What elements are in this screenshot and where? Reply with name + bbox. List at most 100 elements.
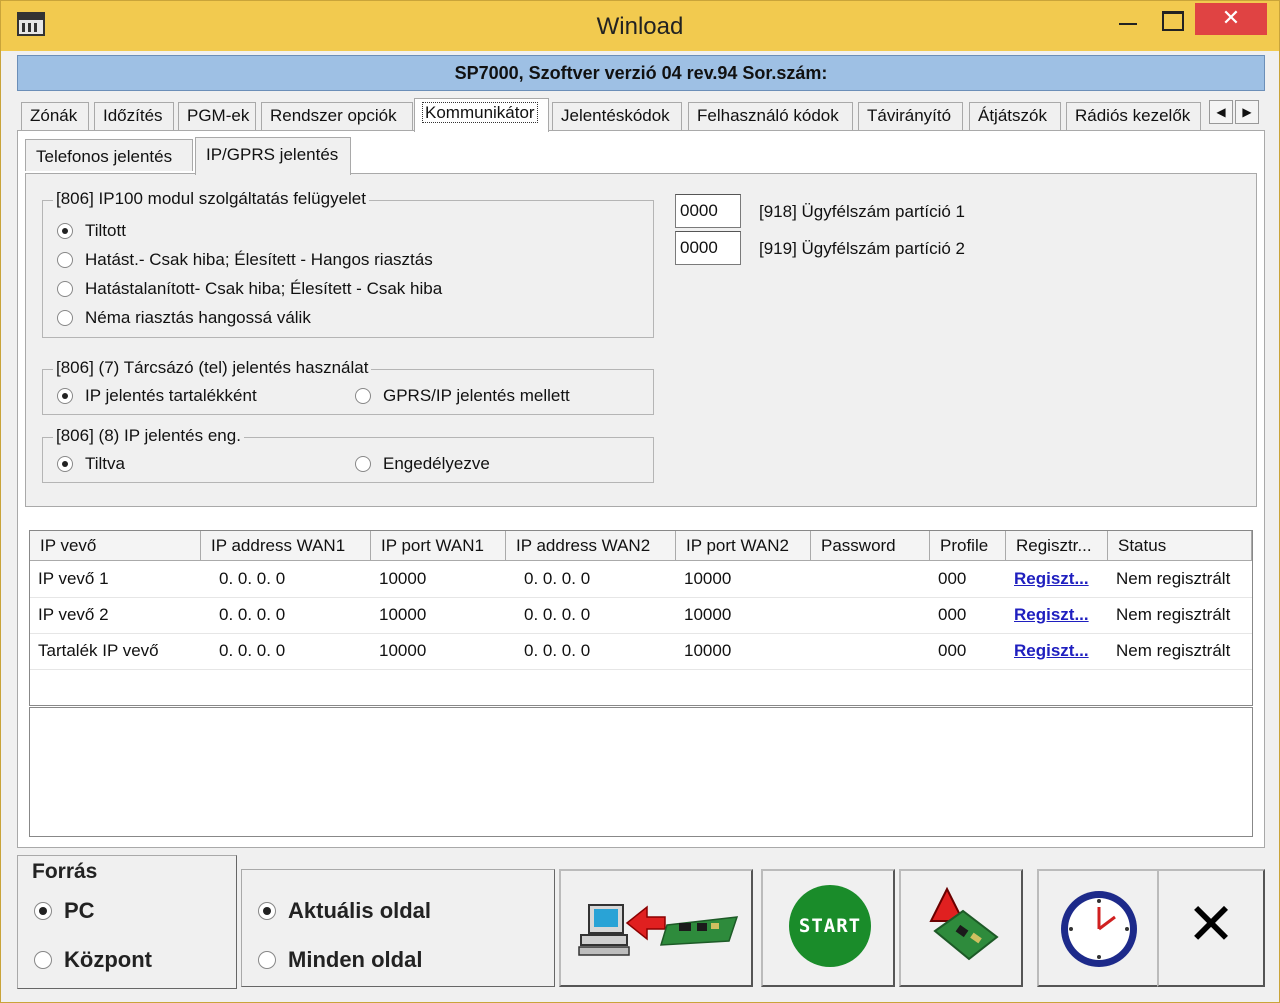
device-info-header: SP7000, Szoftver verzió 04 rev.94 Sor.sz… — [17, 55, 1265, 91]
table-cell[interactable]: 000 — [930, 561, 1006, 597]
download-to-pc-button[interactable] — [559, 869, 753, 987]
subtab-ip-gprs-jelentes[interactable]: IP/GPRS jelentés — [195, 137, 351, 175]
subtab-telefonos-jelentes[interactable]: Telefonos jelentés — [25, 139, 193, 171]
column-header-ip-port-wan1[interactable]: IP port WAN1 — [371, 531, 506, 561]
radio-icon[interactable] — [34, 951, 52, 969]
column-header-ip-port-wan2[interactable]: IP port WAN2 — [676, 531, 811, 561]
upload-to-panel-button[interactable] — [899, 869, 1023, 987]
exit-button[interactable]: ✕ — [1157, 869, 1265, 987]
tab-scroll-right-button[interactable]: ▶ — [1235, 100, 1259, 124]
supervision-option-nema-riasztas[interactable]: Néma riasztás hangossá válik — [57, 308, 311, 328]
register-link[interactable]: Regiszt... — [1006, 561, 1108, 597]
supervision-option-hatast-hangos[interactable]: Hatást.- Csak hiba; Élesített - Hangos r… — [57, 250, 433, 270]
radio-icon[interactable] — [258, 951, 276, 969]
column-header-profile[interactable]: Profile — [930, 531, 1006, 561]
dialer-option-alongside[interactable]: GPRS/IP jelentés mellett — [355, 386, 570, 406]
radio-icon[interactable] — [355, 388, 371, 404]
tab-radios-kezelok[interactable]: Rádiós kezelők — [1066, 102, 1201, 130]
main-tab-bar: Zónák Időzítés PGM-ek Rendszer opciók Ko… — [21, 98, 1269, 132]
radio-icon[interactable] — [57, 388, 73, 404]
column-header-ip-vevo[interactable]: IP vevő — [30, 531, 201, 561]
account-number-partition-1-input[interactable] — [675, 194, 741, 228]
dialer-option-backup[interactable]: IP jelentés tartalékként — [57, 386, 257, 406]
radio-icon[interactable] — [34, 902, 52, 920]
radio-icon[interactable] — [57, 310, 73, 326]
status-cell: Nem regisztrált — [1116, 641, 1231, 660]
table-cell[interactable]: 10000 — [371, 633, 506, 669]
table-cell[interactable]: 0. 0. 0. 0 — [516, 633, 676, 669]
tab-idozites[interactable]: Időzítés — [94, 102, 174, 130]
table-cell[interactable]: 10000 — [676, 633, 811, 669]
table-cell[interactable]: 0. 0. 0. 0 — [211, 633, 371, 669]
table-cell[interactable] — [811, 633, 930, 669]
table-cell[interactable]: 0. 0. 0. 0 — [211, 597, 371, 633]
radio-icon[interactable] — [355, 456, 371, 472]
table-cell[interactable]: 0. 0. 0. 0 — [516, 561, 676, 597]
page-option-all[interactable]: Minden oldal — [258, 947, 422, 973]
radio-icon[interactable] — [57, 252, 73, 268]
table-row[interactable]: Tartalék IP vevő 0. 0. 0. 0 10000 0. 0. … — [30, 633, 1252, 669]
tab-kommunikator[interactable]: Kommunikátor — [414, 98, 549, 132]
radio-label: Minden oldal — [288, 947, 423, 972]
radio-label: IP jelentés tartalékként — [85, 386, 257, 405]
tab-atjatszok[interactable]: Átjátszók — [969, 102, 1061, 130]
tab-taviranyito[interactable]: Távirányító — [858, 102, 963, 130]
table-cell[interactable] — [811, 561, 930, 597]
account-number-partition-2-input[interactable] — [675, 231, 741, 265]
tab-label: Kommunikátor — [422, 102, 538, 123]
column-header-ip-address-wan1[interactable]: IP address WAN1 — [201, 531, 371, 561]
tab-pgm-ek[interactable]: PGM-ek — [178, 102, 256, 130]
table-cell[interactable]: 0. 0. 0. 0 — [211, 561, 371, 597]
column-header-ip-address-wan2[interactable]: IP address WAN2 — [506, 531, 676, 561]
title-bar[interactable]: Winload ✕ — [1, 1, 1279, 51]
start-button[interactable]: START — [761, 869, 895, 987]
radio-label: Hatástalanított- Csak hiba; Élesített - … — [85, 279, 443, 298]
column-header-regisztracio[interactable]: Regisztr... — [1006, 531, 1108, 561]
minimize-button[interactable] — [1111, 11, 1145, 41]
radio-icon[interactable] — [57, 281, 73, 297]
tab-zonak[interactable]: Zónák — [21, 102, 89, 130]
register-link[interactable]: Regiszt... — [1006, 633, 1108, 669]
table-row[interactable]: IP vevő 2 0. 0. 0. 0 10000 0. 0. 0. 0 10… — [30, 597, 1252, 633]
tab-rendszer-opciok[interactable]: Rendszer opciók — [261, 102, 413, 130]
radio-icon[interactable] — [57, 223, 73, 239]
table-cell[interactable]: 10000 — [676, 561, 811, 597]
table-cell[interactable] — [811, 597, 930, 633]
tab-label: PGM-ek — [187, 106, 250, 125]
schedule-button[interactable] — [1037, 869, 1161, 987]
table-cell[interactable]: 10000 — [371, 561, 506, 597]
subtab-label: Telefonos jelentés — [36, 147, 173, 166]
status-cell: Nem regisztrált — [1116, 569, 1231, 588]
table-cell[interactable]: 10000 — [371, 597, 506, 633]
column-header-password[interactable]: Password — [811, 531, 930, 561]
supervision-option-csak-hiba[interactable]: Hatástalanított- Csak hiba; Élesített - … — [57, 279, 442, 299]
close-button[interactable]: ✕ — [1195, 3, 1267, 35]
tab-label: Rádiós kezelők — [1075, 106, 1191, 125]
table-cell[interactable]: 000 — [930, 633, 1006, 669]
radio-icon[interactable] — [57, 456, 73, 472]
table-cell: Tartalék IP vevő — [38, 641, 159, 660]
source-option-pc[interactable]: PC — [34, 898, 95, 924]
supervision-option-tiltott[interactable]: Tiltott — [57, 221, 126, 241]
app-window: Winload ✕ SP7000, Szoftver verzió 04 rev… — [0, 0, 1280, 1003]
tab-label: Időzítés — [103, 106, 163, 125]
ip-reporting-option-engedelyezve[interactable]: Engedélyezve — [355, 454, 490, 474]
dialer-usage-group-legend: [806] (7) Tárcsázó (tel) jelentés haszná… — [53, 358, 372, 378]
tab-scroll-left-button[interactable]: ◀ — [1209, 100, 1233, 124]
radio-label: Néma riasztás hangossá válik — [85, 308, 311, 327]
tab-jelenteskodok[interactable]: Jelentéskódok — [552, 102, 682, 130]
tab-felhasznalo-kodok[interactable]: Felhasználó kódok — [688, 102, 853, 130]
radio-icon[interactable] — [258, 902, 276, 920]
table-row[interactable]: IP vevő 1 0. 0. 0. 0 10000 0. 0. 0. 0 10… — [30, 561, 1252, 597]
table-cell[interactable]: 10000 — [676, 597, 811, 633]
column-header-status[interactable]: Status — [1108, 531, 1252, 561]
maximize-button[interactable] — [1154, 5, 1188, 35]
register-link[interactable]: Regiszt... — [1006, 597, 1108, 633]
table-cell[interactable]: 0. 0. 0. 0 — [516, 597, 676, 633]
ip-reporting-option-tiltva[interactable]: Tiltva — [57, 454, 125, 474]
clock-icon — [1061, 891, 1137, 967]
tab-label: Átjátszók — [978, 106, 1047, 125]
source-option-kozpont[interactable]: Központ — [34, 947, 152, 973]
page-option-current[interactable]: Aktuális oldal — [258, 898, 431, 924]
table-cell[interactable]: 000 — [930, 597, 1006, 633]
